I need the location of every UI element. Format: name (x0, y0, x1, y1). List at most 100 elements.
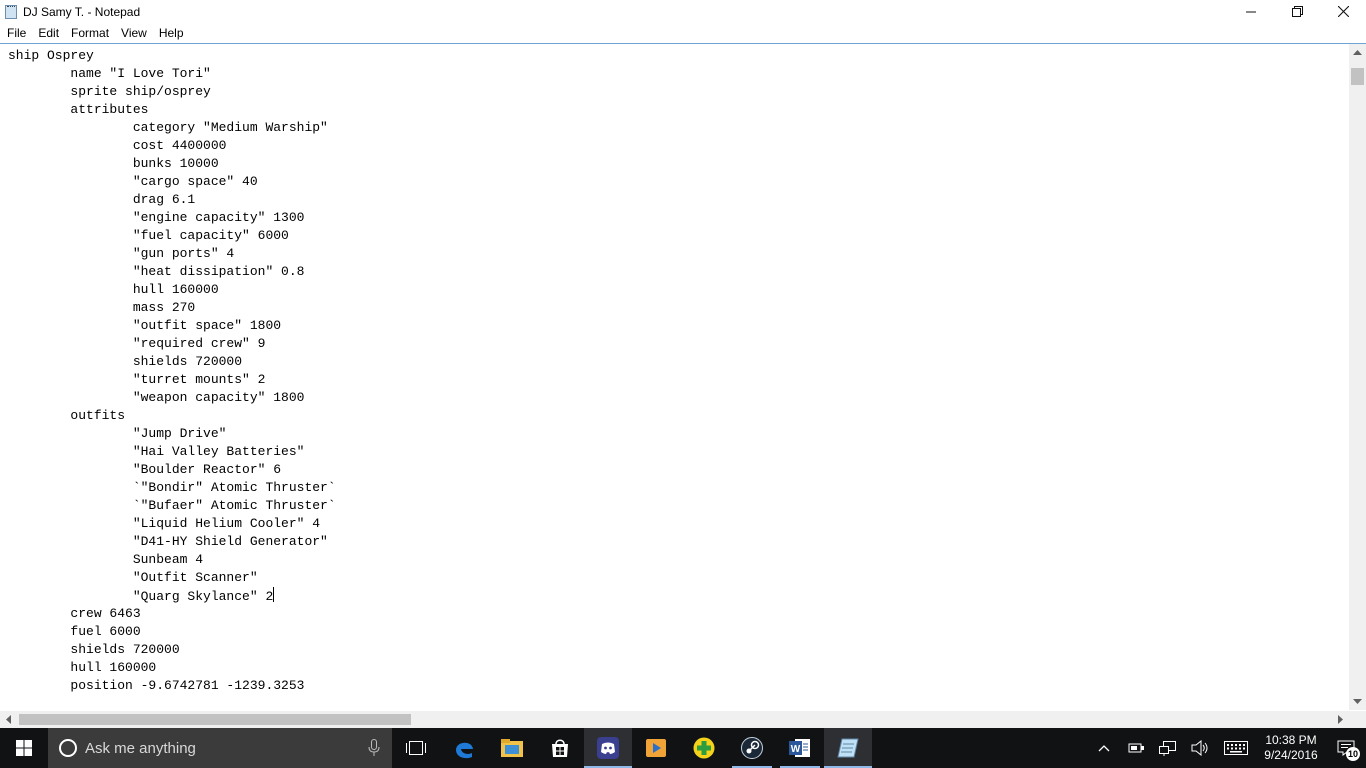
code-line: "weapon capacity" 1800 (8, 390, 305, 405)
code-line: "outfit space" 1800 (8, 318, 282, 333)
minimize-button[interactable] (1228, 0, 1274, 23)
close-button[interactable] (1320, 0, 1366, 23)
media-player-icon (646, 739, 666, 757)
horizontal-scrollbar[interactable] (0, 711, 1349, 728)
code-line: Sunbeam 4 (8, 552, 204, 567)
show-hidden-icons-button[interactable] (1088, 728, 1120, 768)
steam-button[interactable] (728, 728, 776, 768)
code-line: outfits (8, 408, 126, 423)
cortana-icon (59, 739, 77, 757)
start-button[interactable] (0, 728, 48, 768)
volume-tray-button[interactable] (1184, 728, 1216, 768)
scroll-left-arrow-icon[interactable] (0, 711, 17, 728)
taskbar: Ask me anything W 10:38 PM 9/24/2016 10 (0, 728, 1366, 768)
restore-button[interactable] (1274, 0, 1320, 23)
edge-button[interactable] (440, 728, 488, 768)
code-line: shields 720000 (8, 354, 243, 369)
code-line: cost 4400000 (8, 138, 227, 153)
code-line: bunks 10000 (8, 156, 219, 171)
code-line: `"Bufaer" Atomic Thruster` (8, 498, 336, 513)
code-line: position -9.6742781 -1239.3253 (8, 678, 305, 693)
system-tray: 10:38 PM 9/24/2016 10 (1088, 728, 1366, 768)
notepad-button[interactable] (824, 728, 872, 768)
keyboard-tray-button[interactable] (1216, 728, 1256, 768)
plus-app-icon (693, 737, 715, 759)
svg-text:W: W (791, 744, 801, 755)
code-line: "Outfit Scanner" (8, 570, 258, 585)
window-controls (1228, 0, 1366, 23)
code-line: "cargo space" 40 (8, 174, 258, 189)
windows-logo-icon (16, 740, 32, 756)
code-line: hull 160000 (8, 282, 219, 297)
menu-format[interactable]: Format (67, 26, 114, 40)
code-line: "turret mounts" 2 (8, 372, 266, 387)
discord-icon (597, 737, 619, 759)
code-line: "engine capacity" 1300 (8, 210, 305, 225)
microphone-icon[interactable] (368, 739, 380, 757)
code-line: mass 270 (8, 300, 196, 315)
notepad-icon (837, 738, 859, 758)
chevron-up-icon (1098, 745, 1110, 752)
code-line: "Liquid Helium Cooler" 4 (8, 516, 321, 531)
network-tray-button[interactable] (1152, 728, 1184, 768)
power-plug-icon (1128, 743, 1144, 753)
clock[interactable]: 10:38 PM 9/24/2016 (1256, 733, 1326, 763)
code-line: "heat dissipation" 0.8 (8, 264, 305, 279)
vertical-scroll-thumb[interactable] (1351, 68, 1364, 85)
file-explorer-icon (501, 739, 523, 757)
network-icon (1159, 741, 1176, 756)
restore-icon (1291, 6, 1303, 17)
code-line: name "I Love Tori" (8, 66, 211, 81)
code-line: hull 160000 (8, 660, 157, 675)
store-icon (552, 739, 568, 757)
code-line: `"Bondir" Atomic Thruster` (8, 480, 336, 495)
notepad-app-icon[interactable] (5, 4, 17, 19)
scroll-right-arrow-icon[interactable] (1332, 711, 1349, 728)
code-line: drag 6.1 (8, 192, 196, 207)
code-line: "fuel capacity" 6000 (8, 228, 289, 243)
media-player-button[interactable] (632, 728, 680, 768)
code-line: "required crew" 9 (8, 336, 266, 351)
steam-icon (741, 737, 763, 759)
code-line: "Hai Valley Batteries" (8, 444, 305, 459)
file-explorer-button[interactable] (488, 728, 536, 768)
text-editor[interactable]: ship Osprey name "I Love Tori" sprite sh… (0, 44, 1348, 710)
menu-file[interactable]: File (3, 26, 31, 40)
code-line: crew 6463 (8, 606, 141, 621)
code-line: sprite ship/osprey (8, 84, 211, 99)
discord-button[interactable] (584, 728, 632, 768)
store-button[interactable] (536, 728, 584, 768)
window-title: DJ Samy T. - Notepad (23, 4, 141, 19)
clock-date: 9/24/2016 (1264, 748, 1318, 762)
edge-icon (456, 742, 473, 759)
menu-bar: File Edit Format View Help (0, 23, 1366, 42)
action-center-button[interactable]: 10 (1326, 728, 1366, 768)
code-line: shields 720000 (8, 642, 180, 657)
editor-frame: ship Osprey name "I Love Tori" sprite sh… (0, 43, 1366, 728)
vertical-scrollbar[interactable] (1349, 44, 1366, 710)
text-caret (273, 587, 275, 602)
title-bar: DJ Samy T. - Notepad (0, 0, 1366, 23)
clock-time: 10:38 PM (1265, 733, 1317, 747)
code-line: "Quarg Skylance" 2 (8, 587, 275, 604)
code-line: "Boulder Reactor" 6 (8, 462, 282, 477)
scroll-up-arrow-icon[interactable] (1349, 44, 1366, 61)
menu-view[interactable]: View (117, 26, 152, 40)
menu-help[interactable]: Help (155, 26, 189, 40)
horizontal-scroll-thumb[interactable] (19, 714, 411, 725)
word-button[interactable]: W (776, 728, 824, 768)
minimize-icon (1246, 11, 1256, 12)
search-box[interactable]: Ask me anything (48, 728, 392, 768)
notification-count-badge: 10 (1346, 747, 1360, 761)
keyboard-icon (1224, 741, 1248, 755)
word-icon: W (789, 739, 810, 757)
code-line: ship Osprey (8, 48, 94, 63)
power-tray-button[interactable] (1120, 728, 1152, 768)
plus-app-button[interactable] (680, 728, 728, 768)
task-view-button[interactable] (392, 728, 440, 768)
code-line: fuel 6000 (8, 624, 141, 639)
menu-edit[interactable]: Edit (34, 26, 64, 40)
scroll-down-arrow-icon[interactable] (1349, 693, 1366, 710)
code-line: "D41-HY Shield Generator" (8, 534, 328, 549)
volume-icon (1191, 740, 1208, 756)
